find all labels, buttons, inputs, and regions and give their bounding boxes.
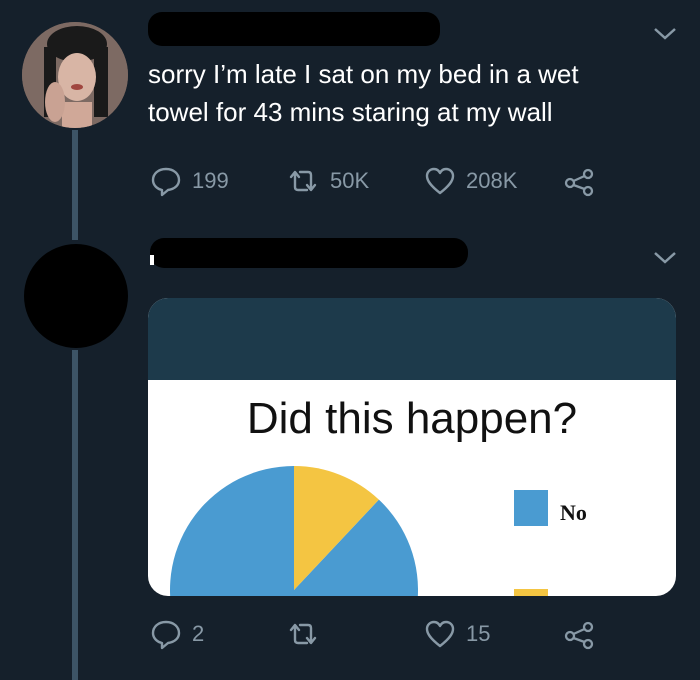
retweet-icon — [286, 618, 320, 650]
share-button[interactable] — [562, 618, 596, 650]
reply-button[interactable]: 2 — [150, 618, 204, 650]
pie-chart — [170, 466, 418, 596]
like-button[interactable]: 208K — [424, 165, 517, 197]
legend-swatch-yes — [514, 589, 548, 596]
media-card[interactable]: Did this happen? No — [148, 298, 676, 596]
retweet-icon — [286, 165, 320, 197]
retweet-button[interactable]: 50K — [286, 165, 369, 197]
redacted-handle-remnant — [150, 255, 154, 265]
share-icon — [562, 165, 596, 197]
chevron-down-icon[interactable] — [652, 250, 678, 271]
tweet-text-line-1: sorry I’m late I sat on my bed in a wet — [148, 59, 579, 89]
like-count: 208K — [466, 168, 518, 193]
reply-icon — [150, 618, 182, 650]
chevron-down-icon[interactable] — [652, 26, 678, 47]
tweet-text: sorry I’m late I sat on my bed in a wet … — [148, 55, 688, 131]
profile-photo — [22, 22, 128, 128]
tweet-text-line-2: towel for 43 mins staring at my wall — [148, 97, 553, 127]
reply-count: 199 — [192, 168, 229, 193]
heart-icon — [424, 618, 456, 650]
like-button[interactable]: 15 — [424, 618, 490, 650]
share-button[interactable] — [562, 165, 596, 197]
retweet-count: 50K — [330, 168, 370, 193]
like-count: 15 — [466, 621, 491, 646]
legend-label-no: No — [560, 500, 587, 525]
retweet-button[interactable] — [286, 618, 330, 650]
reply-button[interactable]: 199 — [150, 165, 229, 197]
redacted-username — [150, 238, 468, 268]
thread-line-top — [72, 130, 78, 240]
share-icon — [562, 618, 596, 650]
avatar-redacted[interactable] — [24, 244, 128, 348]
heart-icon — [424, 165, 456, 197]
thread-line-bottom — [72, 350, 78, 680]
legend-swatch-no — [514, 490, 548, 526]
redacted-username — [148, 12, 440, 46]
reply-icon — [150, 165, 182, 197]
reply-count: 2 — [192, 621, 205, 646]
avatar[interactable] — [22, 22, 128, 128]
